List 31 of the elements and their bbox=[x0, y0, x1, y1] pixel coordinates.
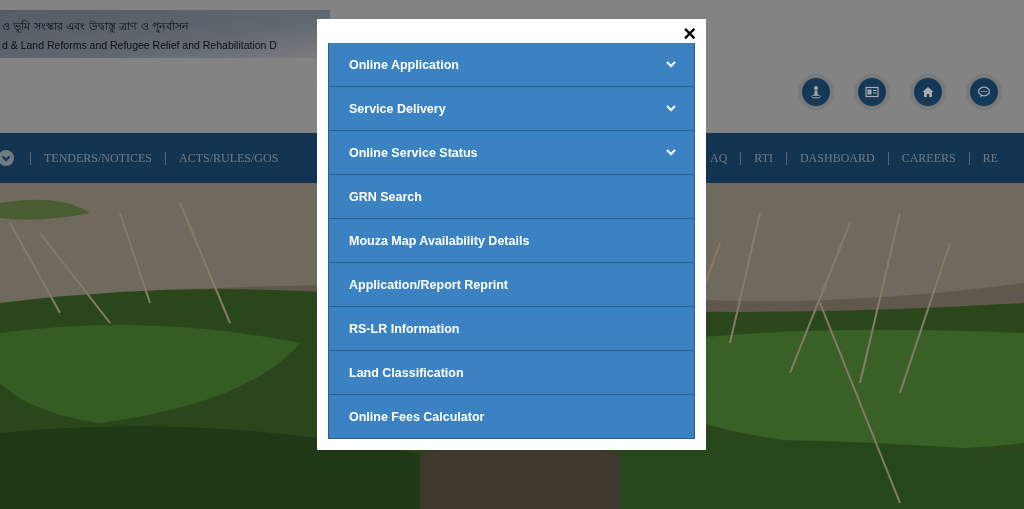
menu-item[interactable]: Online Fees Calculator bbox=[328, 395, 695, 439]
chat-button[interactable] bbox=[970, 78, 998, 106]
nav-link[interactable]: CAREERS bbox=[901, 150, 956, 165]
menu-item[interactable]: Land Classification bbox=[328, 351, 695, 395]
menu-item[interactable]: RS-LR Information bbox=[328, 307, 695, 351]
nav-link[interactable]: RTI bbox=[754, 150, 773, 165]
department-title: d & Land Reforms and Refugee Relief and Rehabilitation D bbox=[2, 38, 278, 51]
chevron-down-icon bbox=[666, 105, 676, 112]
menu-item[interactable]: Service Delivery bbox=[328, 87, 695, 131]
nav-link[interactable]: AQ bbox=[710, 150, 728, 165]
home-button[interactable] bbox=[914, 78, 942, 106]
nav-link[interactable]: DASHBOARD bbox=[799, 150, 875, 165]
id-card-icon bbox=[865, 85, 879, 99]
menu-item[interactable]: Application/Report Reprint bbox=[328, 263, 695, 307]
nav-link[interactable]: TENDERS/NOTICES bbox=[44, 150, 152, 165]
person-marker-icon bbox=[809, 85, 823, 99]
chevron-down-icon[interactable] bbox=[0, 150, 14, 166]
menu-item[interactable]: Online Service Status bbox=[328, 131, 695, 175]
menu-item[interactable]: GRN Search bbox=[328, 175, 695, 219]
close-button[interactable]: × bbox=[681, 23, 698, 45]
department-title: ও ভূমি সংস্কার এবং উদ্বাস্তু ত্রাণ ও পুনর্বাসন bbox=[2, 18, 191, 35]
nav-link[interactable]: ACTS/RULES/GOS bbox=[179, 150, 279, 165]
home-icon bbox=[921, 85, 935, 99]
menu-item[interactable]: Mouza Map Availability Details bbox=[328, 219, 695, 263]
menu-item[interactable]: Online Application bbox=[328, 43, 695, 87]
nav-link[interactable]: RE bbox=[982, 150, 998, 165]
chat-icon bbox=[977, 85, 991, 99]
chevron-down-icon bbox=[666, 149, 676, 156]
id-card-button[interactable] bbox=[858, 78, 886, 106]
chevron-down-icon bbox=[666, 61, 676, 68]
person-marker-button[interactable] bbox=[802, 78, 830, 106]
